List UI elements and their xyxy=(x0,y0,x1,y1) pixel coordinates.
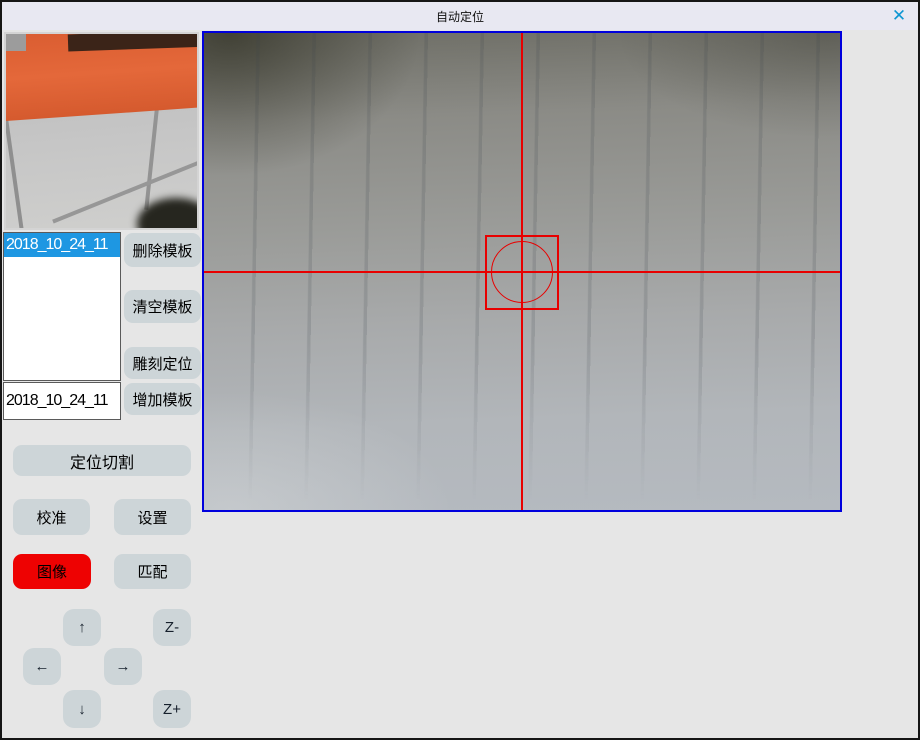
match-button[interactable]: 匹配 xyxy=(114,554,191,589)
jog-z-plus-button[interactable]: Z+ xyxy=(153,690,191,728)
z-minus-label: Z- xyxy=(165,619,179,636)
titlebar: 自动定位 ✕ xyxy=(2,2,918,30)
camera-view[interactable] xyxy=(202,31,842,512)
template-name-input[interactable] xyxy=(3,382,121,420)
arrow-right-icon: → xyxy=(116,658,131,675)
position-cut-button[interactable]: 定位切割 xyxy=(13,445,191,476)
z-plus-label: Z+ xyxy=(163,701,181,718)
template-list-item[interactable]: 2018_10_24_11 xyxy=(4,233,120,257)
target-circle-marker xyxy=(491,241,553,303)
window-title: 自动定位 xyxy=(436,8,484,25)
add-template-button[interactable]: 增加模板 xyxy=(124,383,201,415)
calibrate-button[interactable]: 校准 xyxy=(13,499,90,535)
template-preview-image xyxy=(4,32,199,230)
jog-up-button[interactable]: ↑ xyxy=(63,609,101,646)
jog-down-button[interactable]: ↓ xyxy=(63,690,101,728)
arrow-down-icon: ↓ xyxy=(78,701,86,718)
arrow-left-icon: ← xyxy=(35,658,50,675)
image-button-active[interactable]: 图像 xyxy=(13,554,91,589)
delete-template-button[interactable]: 删除模板 xyxy=(124,233,201,267)
engrave-position-button[interactable]: 雕刻定位 xyxy=(124,347,201,379)
jog-left-button[interactable]: ← xyxy=(23,648,61,685)
close-icon[interactable]: ✕ xyxy=(888,5,910,27)
preview-gray-block xyxy=(6,34,26,51)
jog-z-minus-button[interactable]: Z- xyxy=(153,609,191,646)
clear-templates-button[interactable]: 清空模板 xyxy=(124,290,201,323)
template-listbox[interactable]: 2018_10_24_11 xyxy=(3,232,121,381)
auto-positioning-window: 自动定位 ✕ 2018_10_24_11 删除模板 清空模板 雕刻定位 增加模板… xyxy=(0,0,920,740)
settings-button[interactable]: 设置 xyxy=(114,499,191,535)
arrow-up-icon: ↑ xyxy=(78,619,86,636)
jog-right-button[interactable]: → xyxy=(104,648,142,685)
